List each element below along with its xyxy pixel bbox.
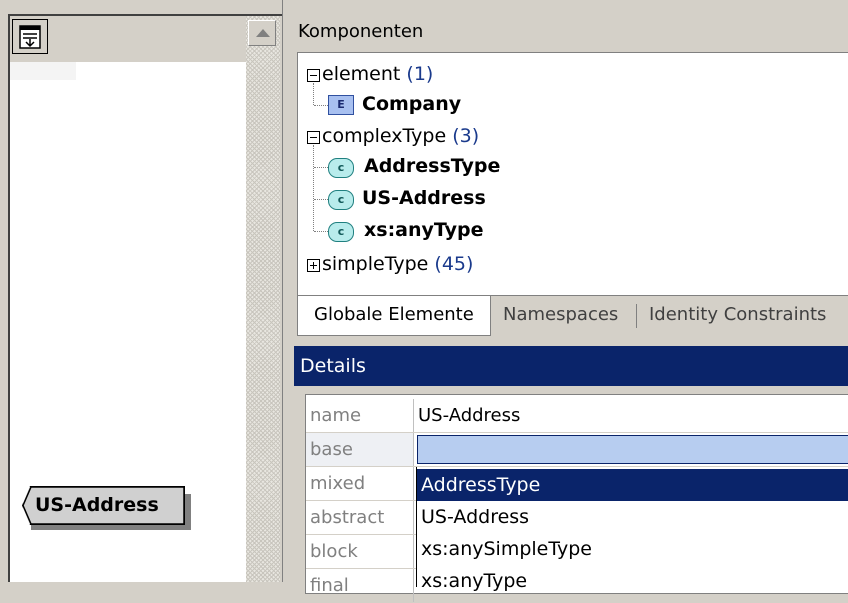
components-tree: element (1) E Company complexType (3) c … (297, 52, 848, 296)
prop-name: final (306, 569, 414, 602)
prop-row-name[interactable]: name US-Address (306, 399, 848, 433)
item-label: Company (362, 93, 462, 115)
item-label: US-Address (362, 187, 486, 209)
design-pane: US-Address (0, 0, 282, 582)
prop-name: abstract (306, 501, 414, 534)
tree-connector (314, 231, 328, 232)
tree-connector (313, 83, 314, 105)
show-globals-button[interactable] (12, 19, 48, 54)
dropdown-option[interactable]: AddressType (417, 469, 848, 501)
tree-connector (314, 105, 328, 106)
components-tabs: Globale Elemente Namespaces Identity Con… (297, 296, 848, 338)
pane-splitter[interactable] (282, 0, 294, 582)
prop-name: base (306, 433, 414, 466)
tab-identity-constraints[interactable]: Identity Constraints (649, 296, 826, 336)
group-count: (3) (452, 125, 480, 147)
prop-row-base[interactable]: base (306, 433, 848, 467)
collapse-icon[interactable] (307, 69, 320, 82)
node-label: US-Address (35, 494, 159, 516)
prop-name: name (306, 399, 414, 432)
item-label: xs:anyType (364, 219, 484, 241)
tree-connector (313, 145, 314, 231)
complextype-icon: c (328, 158, 354, 178)
complextype-icon: c (328, 222, 354, 242)
dropdown-option[interactable]: xs:anySimpleType (417, 533, 848, 565)
complextype-icon: c (328, 190, 354, 210)
dropdown-option[interactable]: US-Address (417, 501, 848, 533)
arrow-up-icon (256, 29, 270, 37)
item-label: AddressType (364, 155, 501, 177)
show-globals-icon (19, 25, 41, 49)
tab-globale-elemente[interactable]: Globale Elemente (297, 296, 491, 336)
tree-connector (314, 199, 328, 200)
prop-name: block (306, 535, 414, 568)
group-count: (45) (434, 253, 474, 275)
group-count: (1) (406, 63, 434, 85)
base-value-combobox[interactable] (417, 435, 848, 464)
vertical-scrollbar[interactable] (246, 16, 280, 582)
prop-name: mixed (306, 467, 414, 500)
prop-value[interactable]: US-Address (416, 399, 520, 432)
group-label: element (322, 63, 401, 85)
details-title-bar: Details (294, 346, 848, 386)
diagram-header-tab (10, 62, 76, 80)
base-dropdown-list[interactable]: AddressType US-Address xs:anySimpleType … (416, 467, 848, 592)
group-label: simpleType (322, 253, 429, 275)
group-label: complexType (322, 125, 447, 147)
expand-icon[interactable] (307, 259, 320, 272)
tab-separator (636, 304, 637, 328)
dropdown-option[interactable]: xs:anyType (417, 565, 848, 597)
pane-border-left (8, 14, 10, 582)
components-title: Komponenten (298, 21, 424, 42)
collapse-icon[interactable] (307, 131, 320, 144)
scroll-up-button[interactable] (248, 20, 276, 46)
pane-border-top (8, 14, 282, 16)
element-icon: E (328, 95, 354, 115)
tab-namespaces[interactable]: Namespaces (503, 296, 627, 336)
tree-connector (314, 167, 328, 168)
